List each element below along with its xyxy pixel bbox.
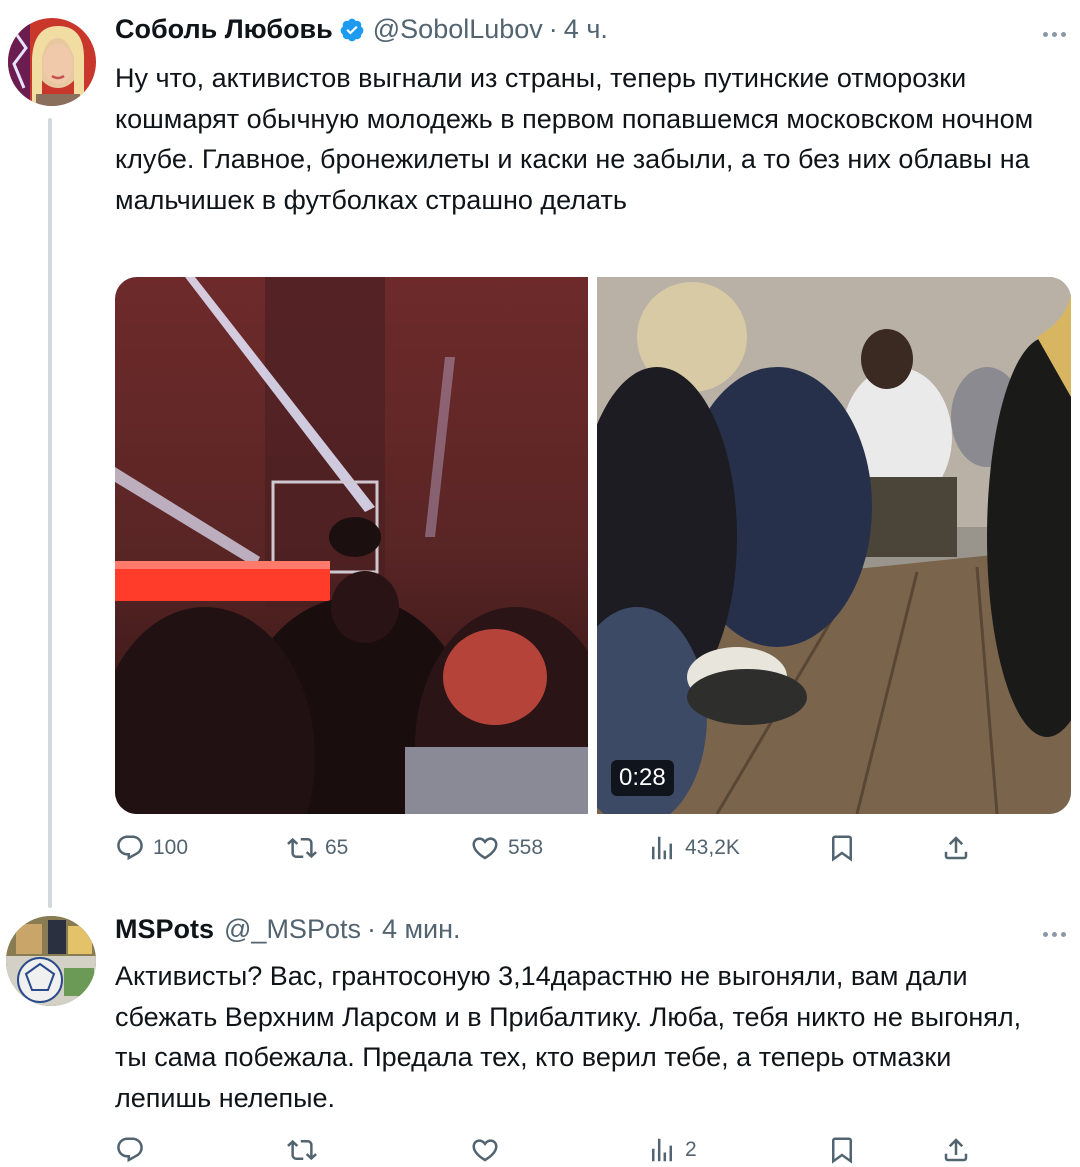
tweet-actions: 100 65 558 43,2K	[115, 828, 975, 868]
author-handle[interactable]: @_MSPots	[224, 914, 361, 945]
bookmark-button[interactable]	[827, 1130, 857, 1167]
avatar-mspots[interactable]	[6, 916, 96, 1006]
like-count: 558	[508, 836, 544, 859]
more-icon[interactable]	[1043, 932, 1066, 937]
tweet-reply[interactable]: MSPots @_MSPots · 4 мин. Активисты? Вас,…	[0, 880, 1080, 1167]
thread-line	[48, 118, 52, 908]
share-button[interactable]	[941, 828, 971, 868]
like-icon	[472, 1139, 498, 1162]
tweet-time[interactable]: 4 ч.	[564, 14, 608, 45]
more-icon[interactable]	[1043, 32, 1066, 37]
reply-icon	[117, 1137, 143, 1163]
verified-badge-icon	[340, 18, 364, 41]
reply-count: 100	[153, 836, 189, 859]
bookmark-button[interactable]	[827, 828, 857, 868]
like-icon	[472, 837, 498, 860]
separator-dot: ·	[548, 14, 558, 44]
author-name[interactable]: MSPots	[115, 914, 214, 945]
tweet-main[interactable]: Соболь Любовь @SobolLubov · 4 ч. Ну что,…	[0, 0, 1080, 908]
reply-button[interactable]: 100	[115, 828, 188, 868]
share-button[interactable]	[941, 1130, 971, 1167]
retweet-icon	[287, 837, 317, 859]
tweet-header: MSPots @_MSPots · 4 мин.	[115, 914, 461, 945]
views-count: 2	[685, 1138, 697, 1161]
separator-dot: ·	[366, 914, 376, 944]
share-icon	[944, 1138, 968, 1162]
video-duration: 0:28	[611, 760, 674, 796]
retweet-count: 65	[325, 836, 349, 859]
retweet-button[interactable]: 65	[287, 828, 348, 868]
tweet-time[interactable]: 4 мин.	[382, 914, 461, 945]
share-icon	[944, 836, 968, 860]
like-button[interactable]: 558	[470, 828, 543, 868]
tweet-header: Соболь Любовь @SobolLubov · 4 ч.	[115, 14, 608, 45]
tweet-text: Активисты? Вас, грантосоную 3,14дарастню…	[115, 961, 1022, 1113]
views-button[interactable]: 43,2K	[647, 828, 740, 868]
avatar-sobol[interactable]	[8, 18, 96, 106]
views-icon	[652, 836, 672, 860]
views-icon	[652, 1138, 672, 1162]
tweet-actions: 2	[115, 1130, 975, 1167]
bookmark-icon	[832, 1137, 852, 1164]
reply-icon	[117, 835, 143, 861]
media-video-floor[interactable]: 0:28	[597, 277, 1071, 814]
tweet-media[interactable]: 0:28	[115, 277, 1071, 814]
views-button[interactable]: 2	[647, 1130, 697, 1167]
author-name[interactable]: Соболь Любовь	[115, 14, 333, 45]
retweet-icon	[287, 1139, 317, 1161]
retweet-button[interactable]	[287, 1130, 325, 1167]
media-photo-club[interactable]	[115, 277, 588, 814]
reply-button[interactable]	[115, 1130, 153, 1167]
like-button[interactable]	[470, 1130, 508, 1167]
tweet-text: Ну что, активистов выгнали из страны, те…	[115, 63, 1034, 215]
author-handle[interactable]: @SobolLubov	[373, 14, 543, 45]
bookmark-icon	[832, 835, 852, 862]
views-count: 43,2K	[685, 836, 740, 859]
